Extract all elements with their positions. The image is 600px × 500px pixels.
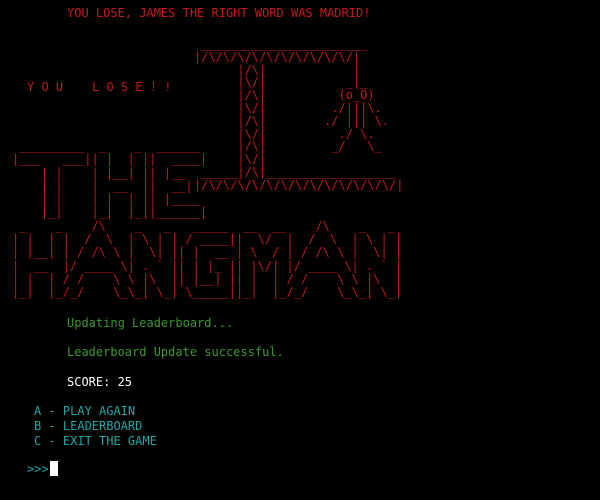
- text-cursor[interactable]: [50, 461, 58, 476]
- input-prompt: >>>: [27, 462, 49, 476]
- you-lose-banner: Y O U L O S E ! !: [27, 80, 172, 94]
- score-display: SCORE: 25: [67, 375, 133, 389]
- status-update-successful: Leaderboard Update successful.: [67, 345, 284, 359]
- menu-option-play-again[interactable]: A - PLAY AGAIN: [34, 404, 135, 418]
- menu-option-leaderboard[interactable]: B - LEADERBOARD: [34, 419, 142, 433]
- the-hangman-title-art: _________ _ _ ______ |___ ___|| | | || _…: [12, 139, 403, 300]
- menu-option-exit-game[interactable]: C - EXIT THE GAME: [34, 434, 157, 448]
- terminal-window: YOU LOSE, JAMES THE RIGHT WORD WAS MADRI…: [0, 0, 600, 500]
- status-updating-leaderboard: Updating Leaderboard...: [67, 316, 234, 330]
- lose-message: YOU LOSE, JAMES THE RIGHT WORD WAS MADRI…: [67, 6, 371, 20]
